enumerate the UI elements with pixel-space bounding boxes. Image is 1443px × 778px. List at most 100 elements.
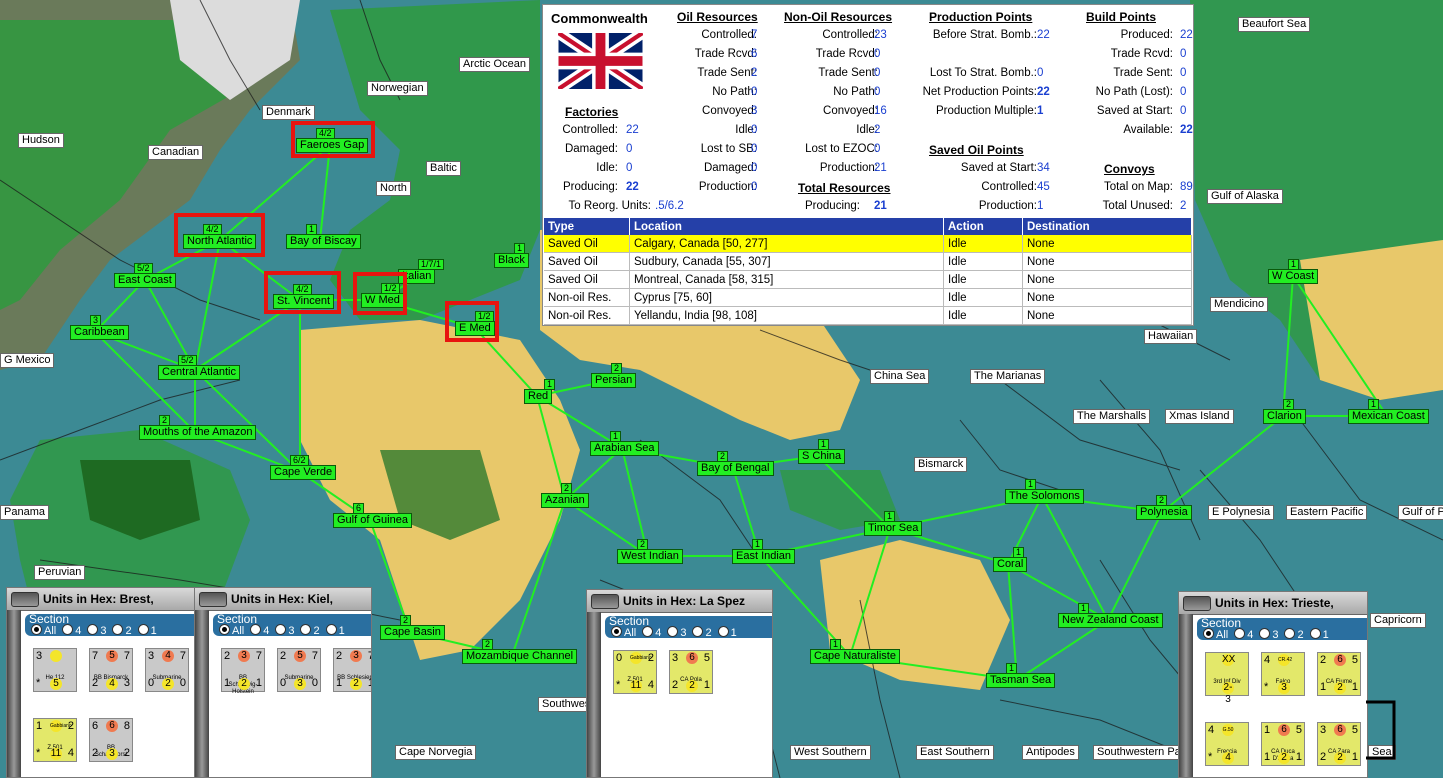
unit-counter[interactable]: 0Gabbiano2Z.501*114 <box>613 650 657 694</box>
window-menu-icon[interactable] <box>591 594 619 609</box>
convoy-box-persian[interactable]: Persian <box>591 373 637 388</box>
units-window-la-spezia[interactable]: Units in Hex: La Spez Section All 4 3 2 1 0 Gabb… <box>586 589 773 778</box>
sea-label-bismarck[interactable]: Bismarck <box>914 457 968 472</box>
convoy-box-caribbean[interactable]: Caribbean <box>70 325 129 340</box>
unit-counter[interactable]: 4CR.42Falco*3 <box>1261 652 1305 696</box>
convoy-box-coral[interactable]: Coral <box>993 557 1028 572</box>
section-radio-2[interactable] <box>112 624 124 635</box>
unit-counter[interactable]: 237BB Schlesien121 <box>333 648 371 692</box>
convoy-box-azanian[interactable]: Azanian <box>541 493 589 508</box>
window-menu-icon[interactable] <box>1183 596 1211 611</box>
sea-label-xmas-island[interactable]: Xmas Island <box>1165 409 1234 424</box>
sea-label-panama[interactable]: Panama <box>0 505 49 520</box>
unit-counter[interactable]: 1Gabbiano2Z.501*114 <box>33 718 77 762</box>
resource-row[interactable]: Saved Oil Sudbury, Canada [55, 307] Idle No… <box>544 252 1192 271</box>
unit-counter[interactable]: 668BB Scharnhorst232 <box>89 718 133 762</box>
unit-counter[interactable]: 2 6 5 CA Fiume 1 2 1 <box>1317 652 1361 696</box>
convoy-box-w-coast[interactable]: W Coast <box>1268 269 1319 284</box>
convoy-box-cape-naturaliste[interactable]: Cape Naturaliste <box>810 649 900 664</box>
convoy-box-red[interactable]: Red <box>524 389 553 404</box>
convoy-box-central-atlantic[interactable]: Central Atlantic <box>158 365 240 380</box>
unit-counter[interactable]: 3 6 5 CA Pola 2 2 1 <box>669 650 713 694</box>
unit-counter[interactable]: 165CA Duca D'Aosta121 <box>1261 722 1305 766</box>
convoy-box-west-indian[interactable]: West Indian <box>617 549 683 564</box>
section-radio-1[interactable] <box>137 624 149 635</box>
sea-label-north[interactable]: North <box>376 181 411 196</box>
unit-counter[interactable]: 237BB Schleswig-Holstein121 <box>221 648 265 695</box>
sea-label-gulf-of-p[interactable]: Gulf of P <box>1398 505 1443 520</box>
sea-label-capricorn[interactable]: Capricorn <box>1370 613 1426 628</box>
section-radio-4[interactable] <box>1234 628 1246 639</box>
section-radio-all[interactable] <box>219 624 230 635</box>
unit-counter[interactable]: 3 6 5 CA Zara 2 2 1 <box>1317 722 1361 766</box>
convoy-box-east-coast[interactable]: East Coast <box>114 273 176 288</box>
section-radio-3[interactable] <box>1259 628 1271 639</box>
window-titlebar[interactable]: Units in Hex: Trieste, <box>1179 592 1367 615</box>
sea-label-hawaiian[interactable]: Hawaiian <box>1144 329 1198 344</box>
convoy-box-the-solomons[interactable]: The Solomons <box>1005 489 1084 504</box>
sea-label-denmark[interactable]: Denmark <box>262 105 315 120</box>
section-radio-1[interactable] <box>325 624 337 635</box>
section-radio-3[interactable] <box>667 626 679 637</box>
section-radio-all[interactable] <box>31 624 42 635</box>
resource-row[interactable]: Saved Oil Calgary, Canada [50, 277] Idle No… <box>544 235 1192 253</box>
sea-label-baltic[interactable]: Baltic <box>426 161 461 176</box>
unit-counter[interactable]: 7 5 7 BB Bismarck 2 4 3 <box>89 648 133 692</box>
window-titlebar[interactable]: Units in Hex: Brest, <box>7 588 205 611</box>
section-radio-2[interactable] <box>692 626 704 637</box>
col-type[interactable]: Type <box>544 218 630 235</box>
unit-counter[interactable]: 347Submarine020 <box>145 648 189 692</box>
sea-label-the-marianas[interactable]: The Marianas <box>970 369 1046 384</box>
sea-label-beaufort-sea[interactable]: Beaufort Sea <box>1238 17 1311 32</box>
sea-label-mendicino[interactable]: Mendicino <box>1210 297 1269 312</box>
convoy-box-clarion[interactable]: Clarion <box>1263 409 1306 424</box>
section-radio-3[interactable] <box>275 624 287 635</box>
sea-label-antipodes[interactable]: Antipodes <box>1022 745 1079 760</box>
sea-label-norwegian[interactable]: Norwegian <box>367 81 428 96</box>
section-radio-1[interactable] <box>717 626 729 637</box>
sea-label-arctic-ocean[interactable]: Arctic Ocean <box>459 57 530 72</box>
sea-label-the-marshalls[interactable]: The Marshalls <box>1073 409 1151 424</box>
convoy-box-timor-sea[interactable]: Timor Sea <box>864 521 923 536</box>
section-radio-2[interactable] <box>300 624 312 635</box>
col-destination[interactable]: Destination <box>1022 218 1192 235</box>
window-menu-icon[interactable] <box>199 592 227 607</box>
unit-counter[interactable]: 257Submarine030 <box>277 648 321 692</box>
convoy-box-arabian-sea[interactable]: Arabian Sea <box>590 441 659 456</box>
unit-counter[interactable]: 4G.50Freccia*4 <box>1205 722 1249 766</box>
section-radio-1[interactable] <box>1309 628 1321 639</box>
sea-label-e-polynesia[interactable]: E Polynesia <box>1208 505 1275 520</box>
convoy-box-gulf-of-guinea[interactable]: Gulf of Guinea <box>333 513 412 528</box>
window-titlebar[interactable]: Units in Hex: Kiel, <box>195 588 371 611</box>
sea-label-china-sea[interactable]: China Sea <box>870 369 930 384</box>
sea-label-southwestern-pa[interactable]: Southwestern Pa <box>1093 745 1185 760</box>
sea-label-eastern-pacific[interactable]: Eastern Pacific <box>1286 505 1368 520</box>
convoy-box-mexican-coast[interactable]: Mexican Coast <box>1348 409 1429 424</box>
units-window-trieste[interactable]: Units in Hex: Trieste, Section All 4 3 2 1 XX 3… <box>1178 591 1368 778</box>
section-radio-all[interactable] <box>1203 628 1214 639</box>
unit-counter[interactable]: XX3rd Inf Div2-3 <box>1205 652 1249 705</box>
convoy-box-cape-verde[interactable]: Cape Verde <box>270 465 337 480</box>
convoy-box-east-indian[interactable]: East Indian <box>732 549 796 564</box>
col-location[interactable]: Location <box>629 218 944 235</box>
sea-label-canadian[interactable]: Canadian <box>148 145 204 160</box>
sea-label-cape-norvegia[interactable]: Cape Norvegia <box>395 745 477 760</box>
sea-label-gulf-of-alaska[interactable]: Gulf of Alaska <box>1207 189 1283 204</box>
convoy-box-cape-basin[interactable]: Cape Basin <box>380 625 445 640</box>
units-window-kiel[interactable]: Units in Hex: Kiel, SectionAll4321237BB … <box>194 587 372 778</box>
section-radio-4[interactable] <box>62 624 74 635</box>
sea-label-g-mexico[interactable]: G Mexico <box>0 353 55 368</box>
sea-label-peruvian[interactable]: Peruvian <box>34 565 86 580</box>
convoy-box-black[interactable]: Black <box>494 253 529 268</box>
convoy-box-bay-of-biscay[interactable]: Bay of Biscay <box>286 234 361 249</box>
convoy-box-mozambique-channel[interactable]: Mozambique Channel <box>462 649 578 664</box>
window-menu-icon[interactable] <box>11 592 39 607</box>
sea-label-hudson[interactable]: Hudson <box>18 133 64 148</box>
col-action[interactable]: Action <box>943 218 1023 235</box>
convoy-box-bay-of-bengal[interactable]: Bay of Bengal <box>697 461 774 476</box>
convoy-box-polynesia[interactable]: Polynesia <box>1136 505 1192 520</box>
resource-row[interactable]: Non-oil Res. Yellandu, India [98, 108] Idl… <box>544 306 1192 325</box>
units-window-brest[interactable]: Units in Hex: Brest, Section All 4 3 2 1 3 He 1… <box>6 587 206 778</box>
convoy-box-tasman-sea[interactable]: Tasman Sea <box>986 673 1056 688</box>
convoy-box-mouths-of-the-amazon[interactable]: Mouths of the Amazon <box>139 425 257 440</box>
